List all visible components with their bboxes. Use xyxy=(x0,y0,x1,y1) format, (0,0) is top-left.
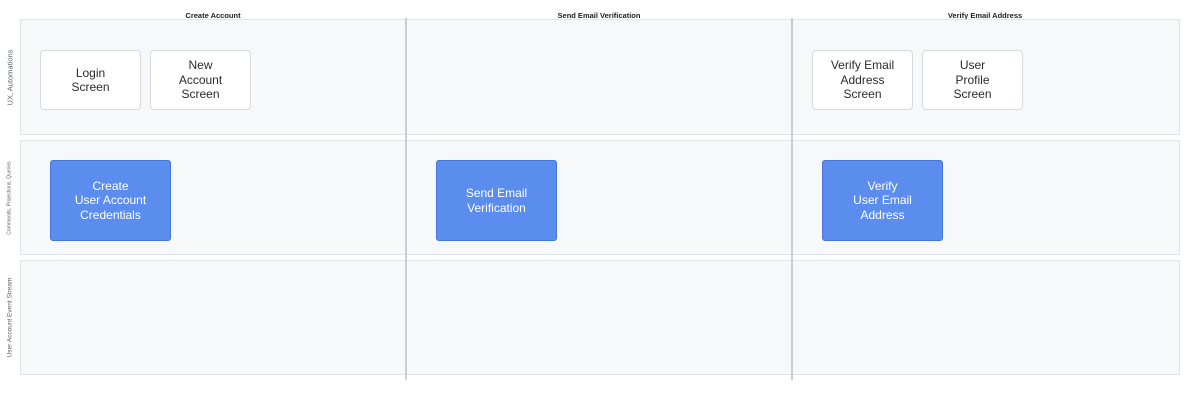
lane-commands-projections-queries xyxy=(20,140,1180,255)
new-account-screen-card[interactable]: New Account Screen xyxy=(150,50,251,110)
verify-user-email-address-command[interactable]: Verify User Email Address xyxy=(822,160,943,241)
column-divider xyxy=(405,18,407,380)
column-divider xyxy=(791,18,793,380)
send-email-verification-command[interactable]: Send Email Verification xyxy=(436,160,557,241)
lane-label-commands: Commands, Projections, Queries xyxy=(7,160,13,235)
lane-label-event-stream: User Account Event Stream xyxy=(6,277,14,358)
login-screen-card[interactable]: Login Screen xyxy=(40,50,141,110)
create-user-account-credentials-command[interactable]: Create User Account Credentials xyxy=(50,160,171,241)
lane-user-account-event-stream xyxy=(20,260,1180,375)
user-profile-screen-card[interactable]: User Profile Screen xyxy=(922,50,1023,110)
lane-label-ux-automations: UX, Automations xyxy=(5,49,15,105)
event-model-diagram: Create Account Send Email Verification V… xyxy=(0,0,1200,400)
verify-email-address-screen-card[interactable]: Verify Email Address Screen xyxy=(812,50,913,110)
